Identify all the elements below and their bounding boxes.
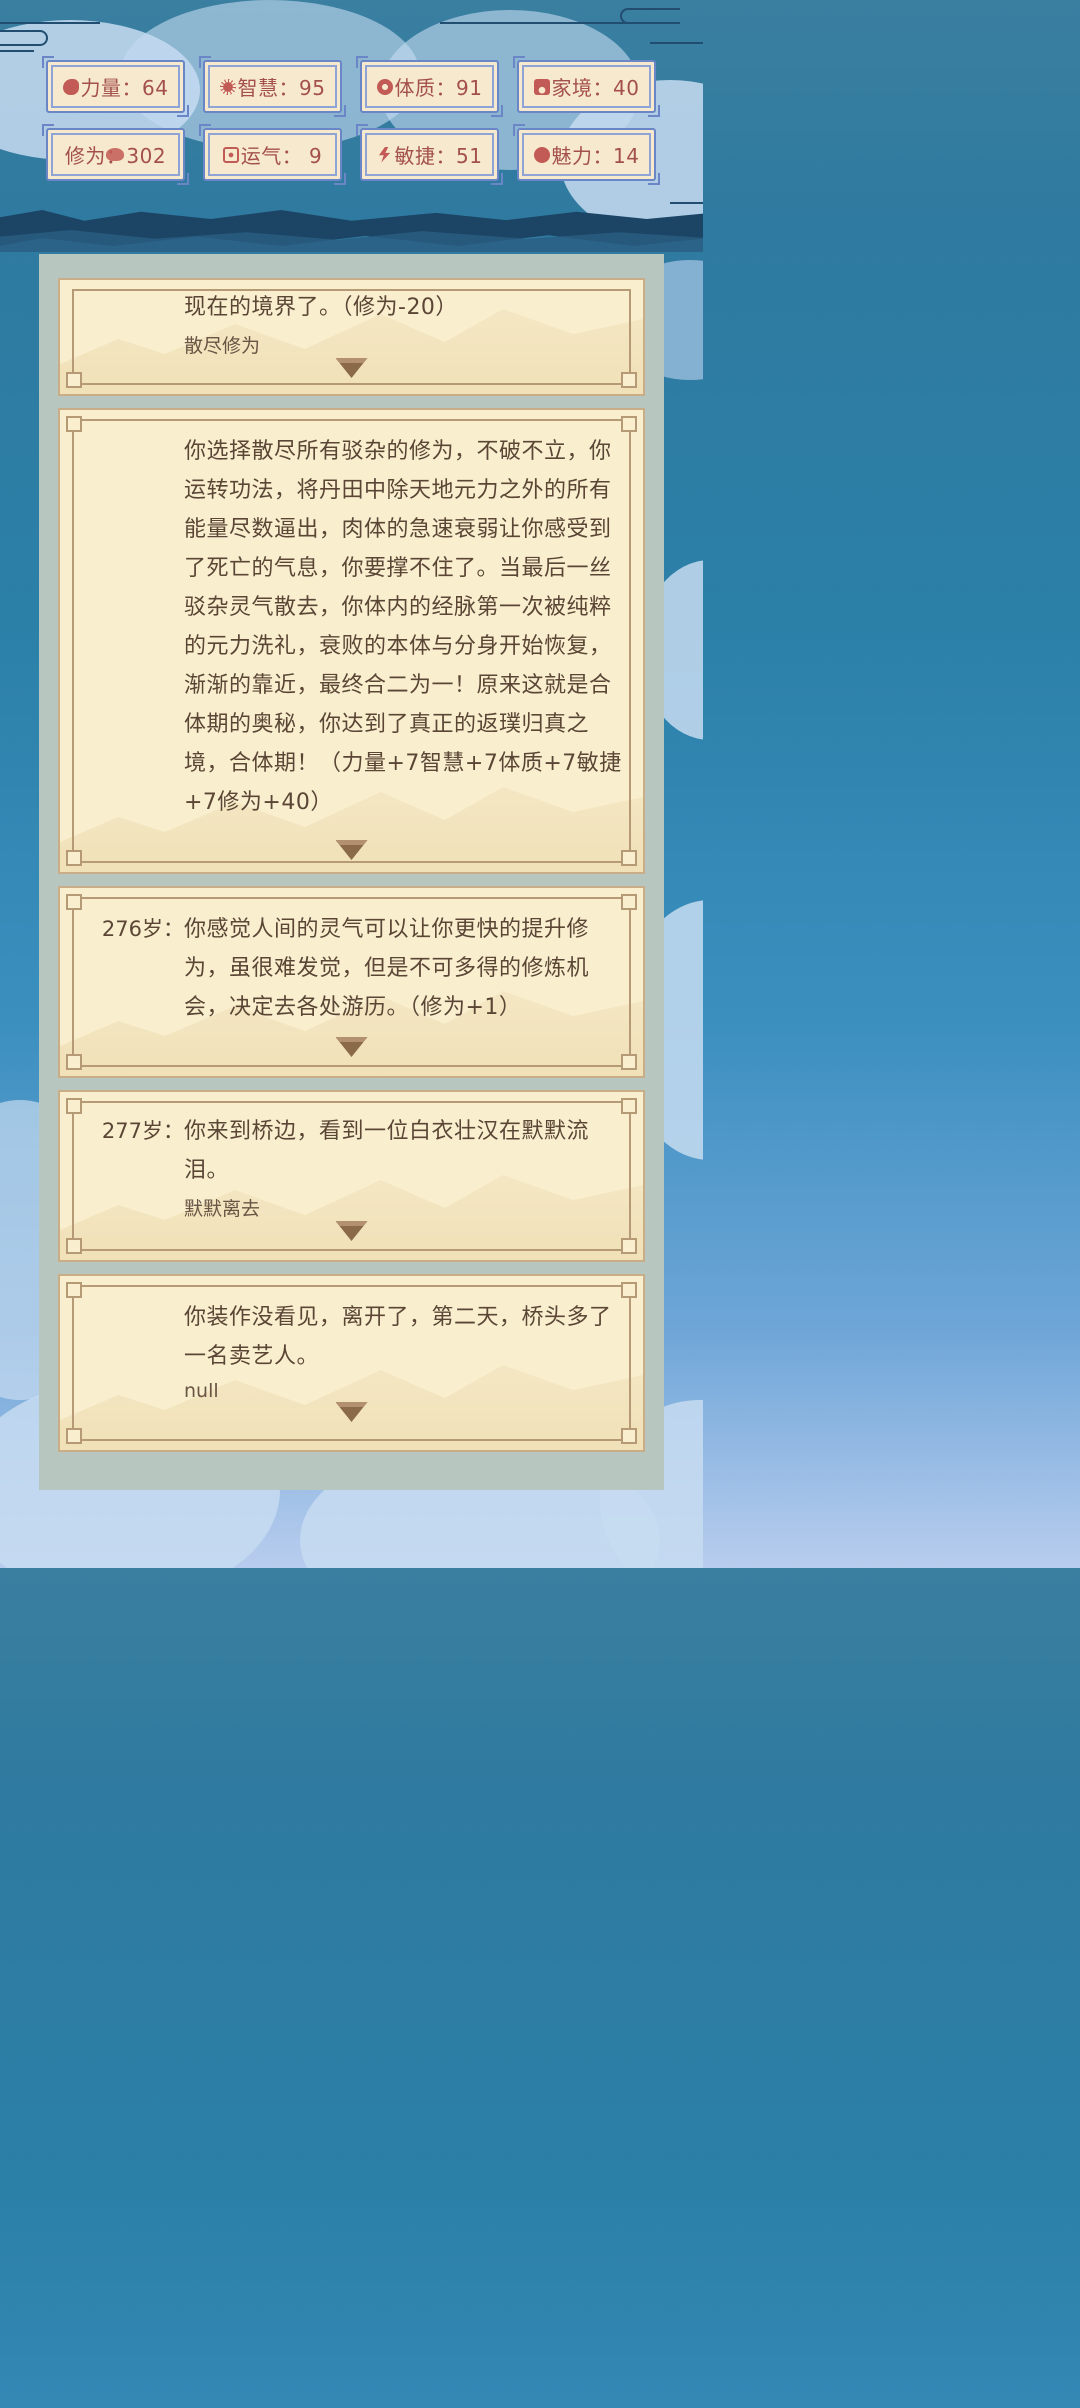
stat-family-text: 家境：40 — [551, 76, 640, 100]
event-text: 你来到桥边，看到一位白衣壮汉在默默流泪。 — [184, 1119, 590, 1183]
attribute-stats: 力量：64 智慧：95 体质：91 家境：40 修为：302 运气： 9 敏捷：… — [42, 56, 660, 185]
stat-luck: 运气： 9 — [199, 124, 346, 185]
event-log-panel[interactable]: 现在的境界了。（修为-20） 散尽修为 你选择散尽所有驳杂的修为，不破不立，你运… — [39, 254, 664, 1490]
event-choice: 默默离去 — [184, 1198, 261, 1220]
lightning-icon — [378, 146, 391, 163]
stat-constitution-text: 体质：91 — [394, 76, 483, 100]
event-text: 你选择散尽所有驳杂的修为，不破不立，你运转功法，将丹田中除天地元力之外的所有能量… — [184, 439, 622, 815]
cloud-icon — [105, 148, 124, 161]
event-choice: null — [184, 1380, 219, 1402]
stat-charm-text: 魅力：14 — [551, 144, 640, 168]
stat-cultivation: 修为：302 — [42, 124, 189, 185]
stat-wisdom-text: 智慧：95 — [237, 76, 326, 100]
shield-icon — [376, 78, 393, 95]
event-card: 现在的境界了。（修为-20） 散尽修为 — [58, 278, 645, 396]
event-list: 现在的境界了。（修为-20） 散尽修为 你选择散尽所有驳杂的修为，不破不立，你运… — [58, 278, 645, 1452]
stat-strength: 力量：64 — [42, 56, 189, 117]
stat-agility-text: 敏捷：51 — [394, 144, 483, 168]
event-choice: 散尽修为 — [184, 335, 261, 357]
home-icon — [533, 78, 550, 95]
event-card: 276岁： 你感觉人间的灵气可以让你更快的提升修为，虽很难发觉，但是不可多得的修… — [58, 886, 645, 1078]
heart-icon — [533, 146, 550, 163]
event-text: 你感觉人间的灵气可以让你更快的提升修为，虽很难发觉，但是不可多得的修炼机会，决定… — [184, 917, 590, 1020]
stat-strength-text: 力量：64 — [80, 76, 169, 100]
event-card: 你选择散尽所有驳杂的修为，不破不立，你运转功法，将丹田中除天地元力之外的所有能量… — [58, 408, 645, 874]
event-text: 现在的境界了。（修为-20） — [184, 295, 458, 320]
event-card: 277岁： 你来到桥边，看到一位白衣壮汉在默默流泪。 默默离去 — [58, 1090, 645, 1262]
event-age: 276岁： — [101, 917, 184, 941]
stat-agility: 敏捷：51 — [356, 124, 503, 185]
stat-luck-text: 运气： 9 — [240, 144, 323, 168]
dice-icon — [222, 146, 239, 163]
event-card: 你装作没看见，离开了，第二天，桥头多了一名卖艺人。 null — [58, 1274, 645, 1452]
event-age — [60, 288, 184, 327]
stat-wisdom: 智慧：95 — [199, 56, 346, 117]
lightbulb-icon — [219, 78, 236, 95]
event-age: 277岁： — [101, 1119, 184, 1143]
event-text: 你装作没看见，离开了，第二天，桥头多了一名卖艺人。 — [184, 1305, 612, 1369]
muscle-icon — [62, 78, 79, 95]
event-age — [60, 1298, 184, 1376]
event-age — [60, 432, 184, 822]
stat-constitution: 体质：91 — [356, 56, 503, 117]
stat-family: 家境：40 — [513, 56, 660, 117]
stat-charm: 魅力：14 — [513, 124, 660, 185]
